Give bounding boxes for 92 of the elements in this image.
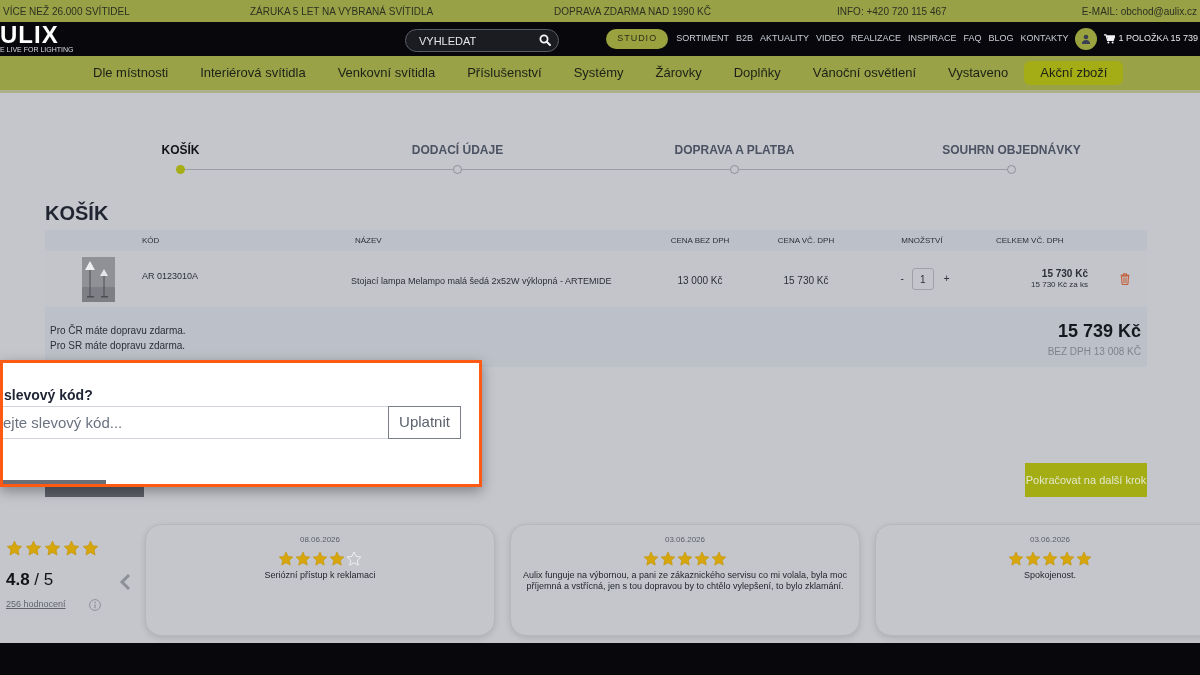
- product-name[interactable]: Stojací lampa Melampo malá šedá 2x52W výklopná - ARTEMIDE: [351, 276, 612, 286]
- info-text: E-MAIL: obchod@aulix.cz: [1081, 4, 1197, 19]
- logo-text[interactable]: ULIX: [0, 24, 78, 45]
- column-header: CENA VČ. DPH: [777, 235, 835, 245]
- star-icon: [1076, 551, 1092, 567]
- price-text: 13 000 Kč: [677, 275, 723, 286]
- partly-hidden-button[interactable]: [45, 487, 144, 497]
- info-text: INFO: +420 720 115 467: [837, 5, 947, 17]
- studio-button[interactable]: STUDIO: [606, 29, 669, 49]
- unit-price: 15 730 Kč za ks: [1031, 280, 1088, 290]
- ratings-count-link[interactable]: 256 hodnocení: [6, 598, 66, 612]
- step-label[interactable]: DOPRAVA A PLATBA: [674, 143, 795, 158]
- user-icon: [1081, 34, 1092, 44]
- nav-link[interactable]: AKTUALITY: [760, 32, 809, 46]
- review-text: Seriózní přístup k reklamaci: [264, 570, 376, 581]
- star-icon: [329, 551, 345, 567]
- trash-icon[interactable]: [1119, 273, 1130, 285]
- coupon-code-field[interactable]: ejte slevový kód...: [3, 406, 388, 439]
- review-date: 08.06.2026: [299, 535, 340, 545]
- info-text: DOPRAVA ZDARMA NAD 1990 KČ: [554, 5, 711, 17]
- star-icon: [44, 540, 61, 557]
- star-icon: [6, 540, 23, 557]
- star-icon: [295, 551, 311, 567]
- star-icon: [1008, 551, 1024, 567]
- account-button[interactable]: [1075, 28, 1098, 50]
- star-icon: [278, 551, 294, 567]
- review-text: Aulix funguje na výbornou, a pani ze zákaznického servisu co mi volala, byla moc příjemná a vstřícná, jen s tou dopravou by to chtělo vylepšení, to bylo zklamání.: [521, 570, 849, 592]
- cart-heading: KOŠÍK: [45, 201, 110, 225]
- column-header: NÁZEV: [355, 235, 382, 245]
- category-tab[interactable]: Interiérová svítidla: [184, 61, 322, 85]
- total-without-vat: BEZ DPH 13 008 KČ: [1047, 346, 1141, 358]
- column-header: KÓD: [142, 235, 160, 245]
- star-icon: [25, 540, 42, 557]
- search-field[interactable]: VYHLEDAT: [405, 29, 559, 52]
- category-tab[interactable]: Žárovky: [639, 61, 718, 85]
- info-text: ZÁRUKA 5 LET NA VYBRANÁ SVÍTIDLA: [250, 5, 434, 17]
- star-icon: [694, 551, 710, 567]
- category-tab[interactable]: Dle místnosti: [77, 61, 185, 85]
- star-icon: [660, 551, 676, 567]
- review-text: Spokojenost.: [1023, 570, 1076, 581]
- nav-link[interactable]: B2B: [736, 32, 753, 46]
- apply-button[interactable]: Uplatnit: [388, 406, 461, 439]
- review-date: 03.06.2026: [664, 535, 705, 545]
- info-text: VÍCE NEŽ 26.000 SVÍTIDEL: [3, 5, 130, 17]
- column-header: CELKEM VČ. DPH: [996, 235, 1064, 245]
- quantity-field[interactable]: 1: [911, 268, 934, 290]
- category-tab[interactable]: Vánoční osvětlení: [796, 61, 933, 85]
- cart-total: 15 739 Kč: [1057, 320, 1141, 342]
- column-header: MNOŽSTVÍ: [901, 235, 943, 245]
- category-tab[interactable]: Příslušenství: [451, 61, 558, 85]
- column-header: CENA BEZ DPH: [670, 235, 730, 245]
- total-price: 15 730 Kč: [1041, 268, 1088, 280]
- info-icon[interactable]: [89, 598, 101, 611]
- shipping-note: Pro ČR máte dopravu zdarma.: [50, 323, 186, 338]
- nav-link[interactable]: KONTAKTY: [1020, 32, 1069, 46]
- step-label[interactable]: KOŠÍK: [161, 143, 200, 158]
- nav-link[interactable]: VIDEO: [816, 32, 845, 46]
- star-icon: [312, 551, 328, 567]
- search-icon[interactable]: [539, 33, 551, 46]
- cart-icon: [1104, 34, 1116, 44]
- product-code: AR 0123010A: [142, 271, 199, 281]
- category-tab[interactable]: Vystaveno: [932, 61, 1025, 85]
- chevron-left-icon[interactable]: [119, 573, 131, 591]
- star-icon: [63, 540, 80, 557]
- step-label[interactable]: DODACÍ ÚDAJE: [411, 143, 504, 158]
- increase-button[interactable]: +: [943, 273, 950, 285]
- cart-link[interactable]: 1 POLOŽKA 15 739: [1104, 32, 1198, 46]
- price-text: 15 730 Kč: [783, 275, 829, 286]
- nav-link[interactable]: INSPIRACE: [908, 32, 957, 46]
- nav-link[interactable]: SORTIMENT: [676, 32, 729, 46]
- star-icon: [1059, 551, 1075, 567]
- category-tab[interactable]: Venkovní svítidla: [321, 61, 452, 85]
- star-icon: [82, 540, 99, 557]
- rating-score: 4.8 / 5: [6, 570, 55, 590]
- category-tab[interactable]: Doplňky: [717, 61, 797, 85]
- review-date: 03.06.2026: [1029, 535, 1070, 545]
- star-icon: [643, 551, 659, 567]
- nav-link[interactable]: REALIZACE: [851, 32, 902, 46]
- decrease-button[interactable]: -: [900, 273, 904, 285]
- nav-link[interactable]: FAQ: [963, 32, 982, 46]
- star-outline-icon: [346, 551, 362, 567]
- step-label[interactable]: SOUHRN OBJEDNÁVKY: [942, 143, 1081, 158]
- coupon-title: slevový kód?: [3, 386, 94, 404]
- star-icon: [711, 551, 727, 567]
- product-photo: [82, 256, 115, 302]
- shipping-note: Pro SR máte dopravu zdarma.: [50, 339, 186, 353]
- nav-link[interactable]: BLOG: [988, 32, 1014, 46]
- star-icon: [677, 551, 693, 567]
- category-tab[interactable]: Systémy: [557, 61, 640, 85]
- star-icon: [1025, 551, 1041, 567]
- star-icon: [1042, 551, 1058, 567]
- category-tab[interactable]: Akční zboží: [1024, 61, 1124, 85]
